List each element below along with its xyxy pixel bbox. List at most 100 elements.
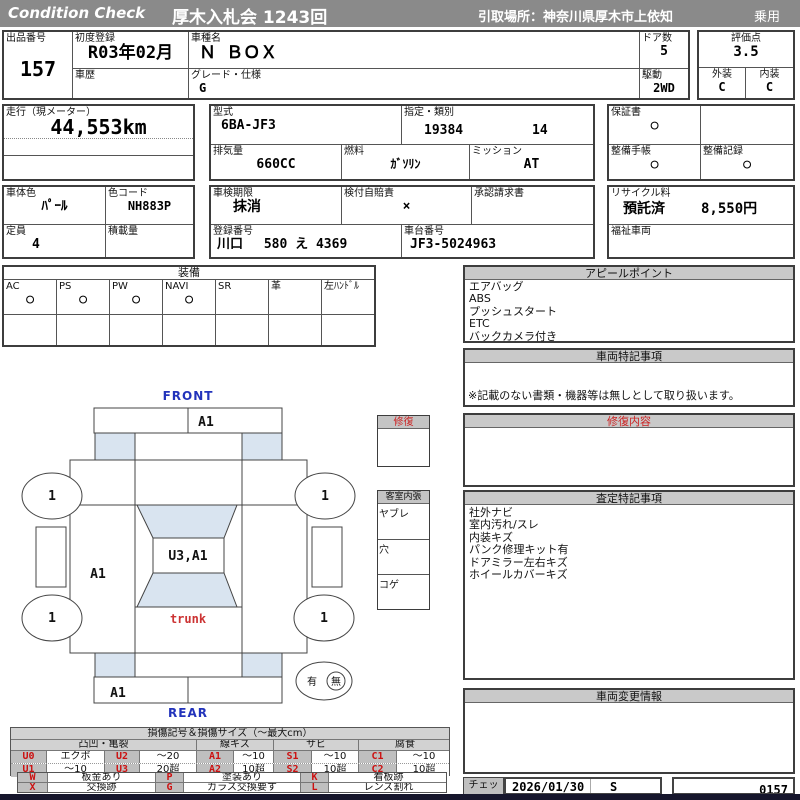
check-label-cell: チェック xyxy=(463,777,504,795)
legend-code: U2 xyxy=(105,751,140,763)
assessment-notes-title: 査定特記事項 xyxy=(465,492,793,505)
equipment-label-lhd: 左ﾊﾝﾄﾞﾙ xyxy=(324,281,359,292)
history-cell: 車歴 xyxy=(73,69,189,98)
legend-group-corrosion: 腐食 xyxy=(359,740,449,750)
grade-label: グレード・仕様 xyxy=(191,70,261,81)
recycle-fee: 8,550円 xyxy=(701,201,758,217)
lot-number-label: 出品番号 xyxy=(6,33,46,44)
check-date-cell: 2026/01/30 S xyxy=(504,777,662,795)
repair-mini-box: 修復 xyxy=(377,415,430,467)
maintenance-book-cell: 整備手帳 ○ xyxy=(609,145,701,179)
legend-value: ～10 xyxy=(397,751,449,763)
welfare-label: 福祉車両 xyxy=(611,226,651,237)
color-code-cell: 色コード NH883P xyxy=(106,187,193,225)
mileage-box: 走行（現メーター） 44,553km xyxy=(2,104,195,181)
recycle-status: 預託済 xyxy=(623,201,665,217)
repair-code: X xyxy=(18,783,48,792)
registration-number-cell: 登録番号 川口 580 え 4369 xyxy=(211,225,402,257)
appeal-points-title: アピールポイント xyxy=(465,267,793,280)
body-color-label: 車体色 xyxy=(6,188,36,199)
doors-cell: ドア数 5 xyxy=(640,32,688,69)
legend-group-rust: サビ xyxy=(274,740,359,750)
equipment-label-pw: PW xyxy=(112,281,128,292)
maintenance-record-value: ○ xyxy=(743,157,751,172)
displacement-label: 排気量 xyxy=(213,146,243,157)
mileage-cell: 走行（現メーター） 44,553km xyxy=(4,106,193,139)
repair-details-title: 修復内容 xyxy=(465,415,793,428)
chassis-number-label: 車台番号 xyxy=(404,226,444,237)
legend-value: ～10 xyxy=(234,751,274,763)
condition-check-sheet: Condition Check 厚木入札会 1243回 引取場所：神奈川県厚木市… xyxy=(0,0,800,800)
mileage-empty-row2 xyxy=(4,156,193,179)
check-code: S xyxy=(610,780,618,794)
fuel-cell: 燃料 ｶﾞｿﾘﾝ xyxy=(342,145,470,179)
repair-code-desc: 板金あり xyxy=(48,773,156,782)
repair-code-desc: レンズ割れ xyxy=(329,783,446,792)
doors-value: 5 xyxy=(660,44,668,59)
warranty-value: ○ xyxy=(650,118,659,133)
check-divider xyxy=(590,779,591,793)
appeal-item: バックカメラ付き xyxy=(469,329,557,343)
doors-label: ドア数 xyxy=(642,33,672,44)
score-label: 評価点 xyxy=(731,33,761,44)
warranty-cell: 保証書 ○ xyxy=(609,106,701,145)
brand-logo: Condition Check xyxy=(8,4,146,22)
tire-front-left-mark: 1 xyxy=(48,489,56,504)
repair-code: G xyxy=(156,783,184,792)
appeal-item: プッシュスタート xyxy=(469,304,557,318)
first-registration-cell: 初度登録 R03年02月 xyxy=(73,32,189,69)
score-box: 評価点 3.5 外装 C 内装 C xyxy=(697,30,795,100)
repair-code-desc: 看板跡 xyxy=(329,773,446,782)
model-name-cell: 車種名 Ｎ ＢＯＸ xyxy=(189,32,640,69)
score-value: 3.5 xyxy=(733,44,759,60)
repair-code: P xyxy=(156,773,184,782)
legend-code: S1 xyxy=(274,751,312,763)
capacity-cell: 定員 4 xyxy=(4,225,106,257)
registration-box: 車検期限 抹消 検付自賠責 × 承認請求書 登録番号 川口 580 え 4369… xyxy=(209,185,595,259)
tire-rear-right-mark: 1 xyxy=(320,611,328,626)
approval-request-label: 承認請求書 xyxy=(474,188,524,199)
check-number-cell: 0157 xyxy=(672,777,795,795)
drive-label: 駆動 xyxy=(642,70,662,81)
class-number-cell: 指定・類別 19384 14 xyxy=(402,106,593,145)
equipment-cell-pw: PW ○ xyxy=(110,280,163,315)
vehicle-notes-box: 車両特記事項 ※記載のない書類・機器等は無しとして取り扱います。 xyxy=(463,348,795,407)
rear-bumper-damage: A1 xyxy=(110,686,126,701)
class-number-value1: 19384 xyxy=(424,123,464,138)
equipment-label-ps: PS xyxy=(59,281,72,292)
header-bar: Condition Check 厚木入札会 1243回 引取場所：神奈川県厚木市… xyxy=(0,0,800,28)
legend-group-dent: 凸凹・亀裂 xyxy=(11,740,197,750)
repair-codes-row1: W 板金あり P 塗装あり K 看板跡 xyxy=(18,773,446,783)
grade-value: G xyxy=(199,81,207,95)
front-bumper-damage: A1 xyxy=(198,415,214,430)
color-code-value: NH883P xyxy=(127,199,172,213)
vehicle-class: 乗用 xyxy=(754,10,781,25)
fuel-value: ｶﾞｿﾘﾝ xyxy=(390,157,421,171)
vehicle-notes-disclaimer: ※記載のない書類・機器等は無しとして取り扱います。 xyxy=(468,389,740,402)
cabin-row-burn: コゲ xyxy=(379,580,399,591)
equipment-label-leather: 革 xyxy=(271,281,281,292)
equipment-empty-2 xyxy=(57,315,110,345)
assessment-item: 室内汚れ/スレ xyxy=(469,518,539,532)
chassis-number-cell: 車台番号 JF3-5024963 xyxy=(402,225,593,257)
warranty-label: 保証書 xyxy=(611,107,641,118)
insurance-cell: 検付自賠責 × xyxy=(342,187,472,225)
repair-code-desc: ガラス交換要す xyxy=(184,783,301,792)
rear-direction-label: REAR xyxy=(168,706,208,720)
footer-bar xyxy=(0,794,800,800)
trunk-label: trunk xyxy=(170,612,207,626)
legend-group-scratch: 線キズ xyxy=(197,740,274,750)
recycle-box: リサイクル料 預託済 8,550円 福祉車両 xyxy=(607,185,795,259)
legend-value: ～10 xyxy=(312,751,359,763)
history-label: 車歴 xyxy=(75,70,95,81)
class-number-value2: 14 xyxy=(532,123,548,138)
spare-no-label: 無 xyxy=(331,675,341,688)
color-code-label: 色コード xyxy=(108,188,148,199)
damage-legend-title: 損傷記号＆損傷サイズ（～最大cm） xyxy=(11,728,449,740)
equipment-value-ps: ○ xyxy=(79,292,87,307)
equipment-box: 装備 AC ○ PS ○ PW ○ NAVI ○ SR 革 左ﾊﾝﾄﾞﾙ xyxy=(2,265,376,347)
equipment-label-navi: NAVI xyxy=(165,281,189,292)
capacity-label: 定員 xyxy=(6,226,26,237)
tire-rear-left-mark: 1 xyxy=(48,611,56,626)
front-direction-label: FRONT xyxy=(163,389,214,403)
